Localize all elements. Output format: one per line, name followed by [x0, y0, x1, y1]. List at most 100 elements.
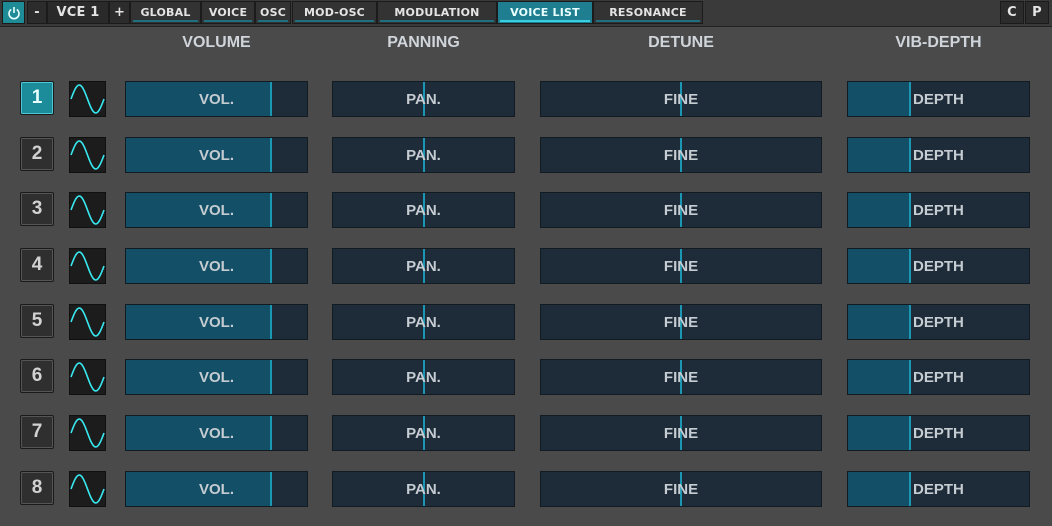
- sine-wave-icon: [70, 362, 105, 392]
- panning-slider[interactable]: PAN.: [332, 415, 515, 451]
- voice-number-button[interactable]: 3: [20, 192, 54, 226]
- power-icon: [7, 6, 20, 19]
- panning-slider[interactable]: PAN.: [332, 359, 515, 395]
- voice-number-button[interactable]: 2: [20, 137, 54, 171]
- vib-depth-slider[interactable]: DEPTH: [847, 415, 1030, 451]
- top-toolbar: - VCE 1 + GLOBAL VOICE OSC MOD-OSC MODUL…: [0, 0, 1052, 27]
- sine-wave-icon: [70, 418, 105, 448]
- vib-depth-slider[interactable]: DEPTH: [847, 137, 1030, 173]
- slider-label: DEPTH: [913, 146, 964, 164]
- volume-slider[interactable]: VOL.: [125, 471, 308, 507]
- sine-wave-icon: [70, 140, 105, 170]
- voice-select[interactable]: VCE 1: [47, 1, 109, 24]
- slider-label: VOL.: [198, 424, 234, 442]
- slider-label: FINE: [663, 90, 699, 108]
- detune-slider[interactable]: FINE: [540, 137, 822, 173]
- volume-slider[interactable]: VOL.: [125, 359, 308, 395]
- slider-label: DEPTH: [913, 257, 964, 275]
- tab-modulation[interactable]: MODULATION: [377, 1, 497, 24]
- voice-row: 8 VOL. PAN. FINE DEPTH: [0, 471, 1052, 507]
- slider-label: PAN.: [406, 313, 441, 331]
- sine-wave-icon: [70, 195, 105, 225]
- slider-label: VOL.: [198, 201, 234, 219]
- vib-depth-slider[interactable]: DEPTH: [847, 248, 1030, 284]
- vib-depth-slider[interactable]: DEPTH: [847, 471, 1030, 507]
- voice-number-button[interactable]: 4: [20, 248, 54, 282]
- waveform-button[interactable]: [69, 415, 106, 451]
- voice-number-button[interactable]: 7: [20, 415, 54, 449]
- slider-label: PAN.: [406, 90, 441, 108]
- paste-button[interactable]: P: [1025, 1, 1049, 24]
- waveform-button[interactable]: [69, 81, 106, 117]
- slider-label: VOL.: [198, 480, 234, 498]
- detune-slider[interactable]: FINE: [540, 304, 822, 340]
- slider-label: PAN.: [406, 424, 441, 442]
- waveform-button[interactable]: [69, 471, 106, 507]
- panning-slider[interactable]: PAN.: [332, 471, 515, 507]
- detune-slider[interactable]: FINE: [540, 248, 822, 284]
- voice-next-button[interactable]: +: [109, 1, 130, 24]
- tab-mod-osc[interactable]: MOD-OSC: [292, 1, 377, 24]
- power-button[interactable]: [2, 1, 25, 24]
- panning-slider[interactable]: PAN.: [332, 192, 515, 228]
- volume-slider[interactable]: VOL.: [125, 137, 308, 173]
- panning-slider[interactable]: PAN.: [332, 248, 515, 284]
- tab-voice-list[interactable]: VOICE LIST: [497, 1, 593, 24]
- vib-depth-slider[interactable]: DEPTH: [847, 192, 1030, 228]
- slider-label: DEPTH: [913, 313, 964, 331]
- detune-slider[interactable]: FINE: [540, 471, 822, 507]
- copy-button[interactable]: C: [1000, 1, 1024, 24]
- slider-label: FINE: [663, 313, 699, 331]
- slider-label: DEPTH: [913, 368, 964, 386]
- slider-label: FINE: [663, 146, 699, 164]
- slider-label: PAN.: [406, 368, 441, 386]
- waveform-button[interactable]: [69, 359, 106, 395]
- detune-slider[interactable]: FINE: [540, 192, 822, 228]
- voice-prev-button[interactable]: -: [27, 1, 47, 24]
- sine-wave-icon: [70, 84, 105, 114]
- tab-voice[interactable]: VOICE: [201, 1, 255, 24]
- tab-resonance[interactable]: RESONANCE: [593, 1, 703, 24]
- waveform-button[interactable]: [69, 137, 106, 173]
- volume-slider[interactable]: VOL.: [125, 248, 308, 284]
- tab-global[interactable]: GLOBAL: [130, 1, 201, 24]
- slider-label: DEPTH: [913, 201, 964, 219]
- voice-row: 4 VOL. PAN. FINE DEPTH: [0, 248, 1052, 284]
- volume-slider[interactable]: VOL.: [125, 81, 308, 117]
- tab-label: VOICE: [208, 6, 248, 19]
- slider-label: VOL.: [198, 368, 234, 386]
- tab-label: GLOBAL: [140, 6, 191, 19]
- vib-depth-slider[interactable]: DEPTH: [847, 81, 1030, 117]
- slider-label: PAN.: [406, 201, 441, 219]
- panning-slider[interactable]: PAN.: [332, 304, 515, 340]
- voice-number-button[interactable]: 1: [20, 81, 54, 115]
- slider-label: FINE: [663, 424, 699, 442]
- voice-row: 1 VOL. PAN. FINE DEPTH: [0, 81, 1052, 117]
- vib-depth-slider[interactable]: DEPTH: [847, 359, 1030, 395]
- volume-slider[interactable]: VOL.: [125, 415, 308, 451]
- waveform-button[interactable]: [69, 304, 106, 340]
- detune-slider[interactable]: FINE: [540, 359, 822, 395]
- volume-slider[interactable]: VOL.: [125, 304, 308, 340]
- voice-row: 7 VOL. PAN. FINE DEPTH: [0, 415, 1052, 451]
- vib-depth-slider[interactable]: DEPTH: [847, 304, 1030, 340]
- slider-label: DEPTH: [913, 90, 964, 108]
- header-panning: PANNING: [387, 34, 460, 51]
- slider-label: FINE: [663, 368, 699, 386]
- panning-slider[interactable]: PAN.: [332, 81, 515, 117]
- detune-slider[interactable]: FINE: [540, 81, 822, 117]
- waveform-button[interactable]: [69, 248, 106, 284]
- sine-wave-icon: [70, 474, 105, 504]
- sine-wave-icon: [70, 251, 105, 281]
- voice-number-button[interactable]: 5: [20, 304, 54, 338]
- tab-osc[interactable]: OSC: [255, 1, 291, 24]
- detune-slider[interactable]: FINE: [540, 415, 822, 451]
- volume-slider[interactable]: VOL.: [125, 192, 308, 228]
- slider-label: FINE: [663, 201, 699, 219]
- panning-slider[interactable]: PAN.: [332, 137, 515, 173]
- voice-number-button[interactable]: 8: [20, 471, 54, 505]
- slider-label: PAN.: [406, 480, 441, 498]
- waveform-button[interactable]: [69, 192, 106, 228]
- slider-label: DEPTH: [913, 480, 964, 498]
- voice-number-button[interactable]: 6: [20, 359, 54, 393]
